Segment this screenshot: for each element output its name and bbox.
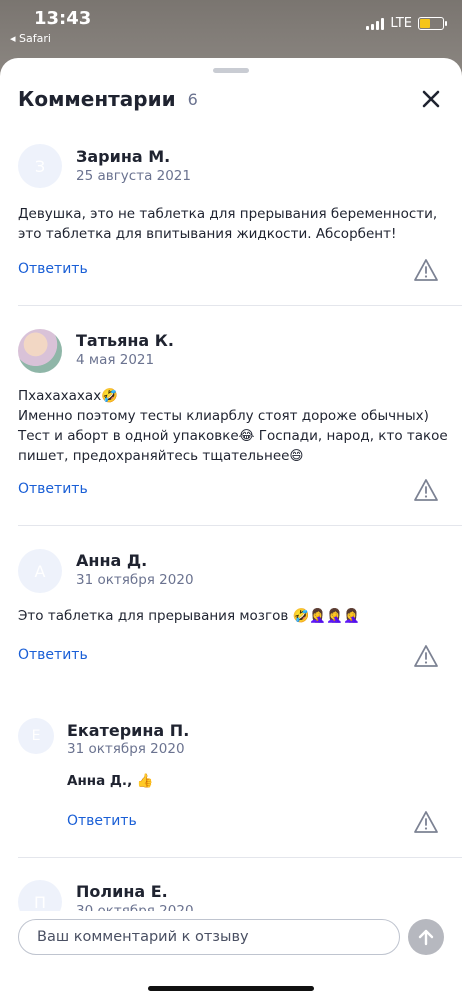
divider	[18, 305, 462, 306]
network-label: LTE	[390, 16, 412, 31]
avatar: З	[18, 144, 62, 188]
page-title: Комментарии	[18, 87, 176, 111]
comment-text: Анна Д., 👍	[67, 773, 154, 789]
status-time: 13:43	[34, 8, 92, 29]
reply-button[interactable]: Ответить	[18, 481, 88, 497]
reply-button[interactable]: Ответить	[67, 813, 137, 829]
comment-date: 31 октября 2020	[76, 572, 194, 588]
comment-author: Зарина М.	[76, 147, 171, 166]
report-warning-icon[interactable]	[413, 810, 439, 834]
signal-icon	[366, 17, 385, 30]
comments-sheet: Комментарии 6 З Зарина М. 25 августа 202…	[0, 58, 462, 1000]
comment-author: Полина Е.	[76, 882, 168, 901]
sheet-grabber[interactable]	[213, 68, 249, 73]
comment-input[interactable]	[18, 919, 400, 955]
arrow-up-icon	[418, 929, 434, 946]
avatar: А	[18, 549, 62, 593]
close-icon[interactable]	[418, 86, 444, 112]
comment-author: Анна Д.	[76, 551, 148, 570]
divider	[18, 525, 462, 526]
sheet-header: Комментарии 6	[18, 84, 444, 114]
battery-icon	[418, 17, 447, 30]
back-to-safari-link[interactable]: ◂ Safari	[10, 32, 51, 45]
status-indicators: LTE	[366, 16, 447, 31]
comment-text: Пхахахахах🤣 Именно поэтому тесты клиарбл…	[18, 388, 448, 464]
reply-button[interactable]: Ответить	[18, 261, 88, 277]
comment-date: 4 мая 2021	[76, 352, 155, 368]
comment-text: Девушка, это не таблетка для прерывания …	[18, 206, 438, 242]
comment-date: 31 октября 2020	[67, 741, 185, 757]
report-warning-icon[interactable]	[413, 478, 439, 502]
comments-count: 6	[187, 89, 198, 109]
send-button[interactable]	[408, 919, 444, 955]
comment-date: 25 августа 2021	[76, 168, 191, 184]
comment-author: Екатерина П.	[67, 721, 190, 740]
comment-author: Татьяна К.	[76, 331, 174, 350]
divider	[18, 857, 462, 858]
report-warning-icon[interactable]	[413, 258, 439, 282]
comment-text: Это таблетка для прерывания мозгов 🤣🤦‍♀️…	[18, 608, 360, 624]
avatar	[18, 329, 62, 373]
report-warning-icon[interactable]	[413, 644, 439, 668]
avatar: Е	[18, 718, 54, 754]
home-indicator[interactable]	[148, 986, 314, 991]
reply-button[interactable]: Ответить	[18, 647, 88, 663]
